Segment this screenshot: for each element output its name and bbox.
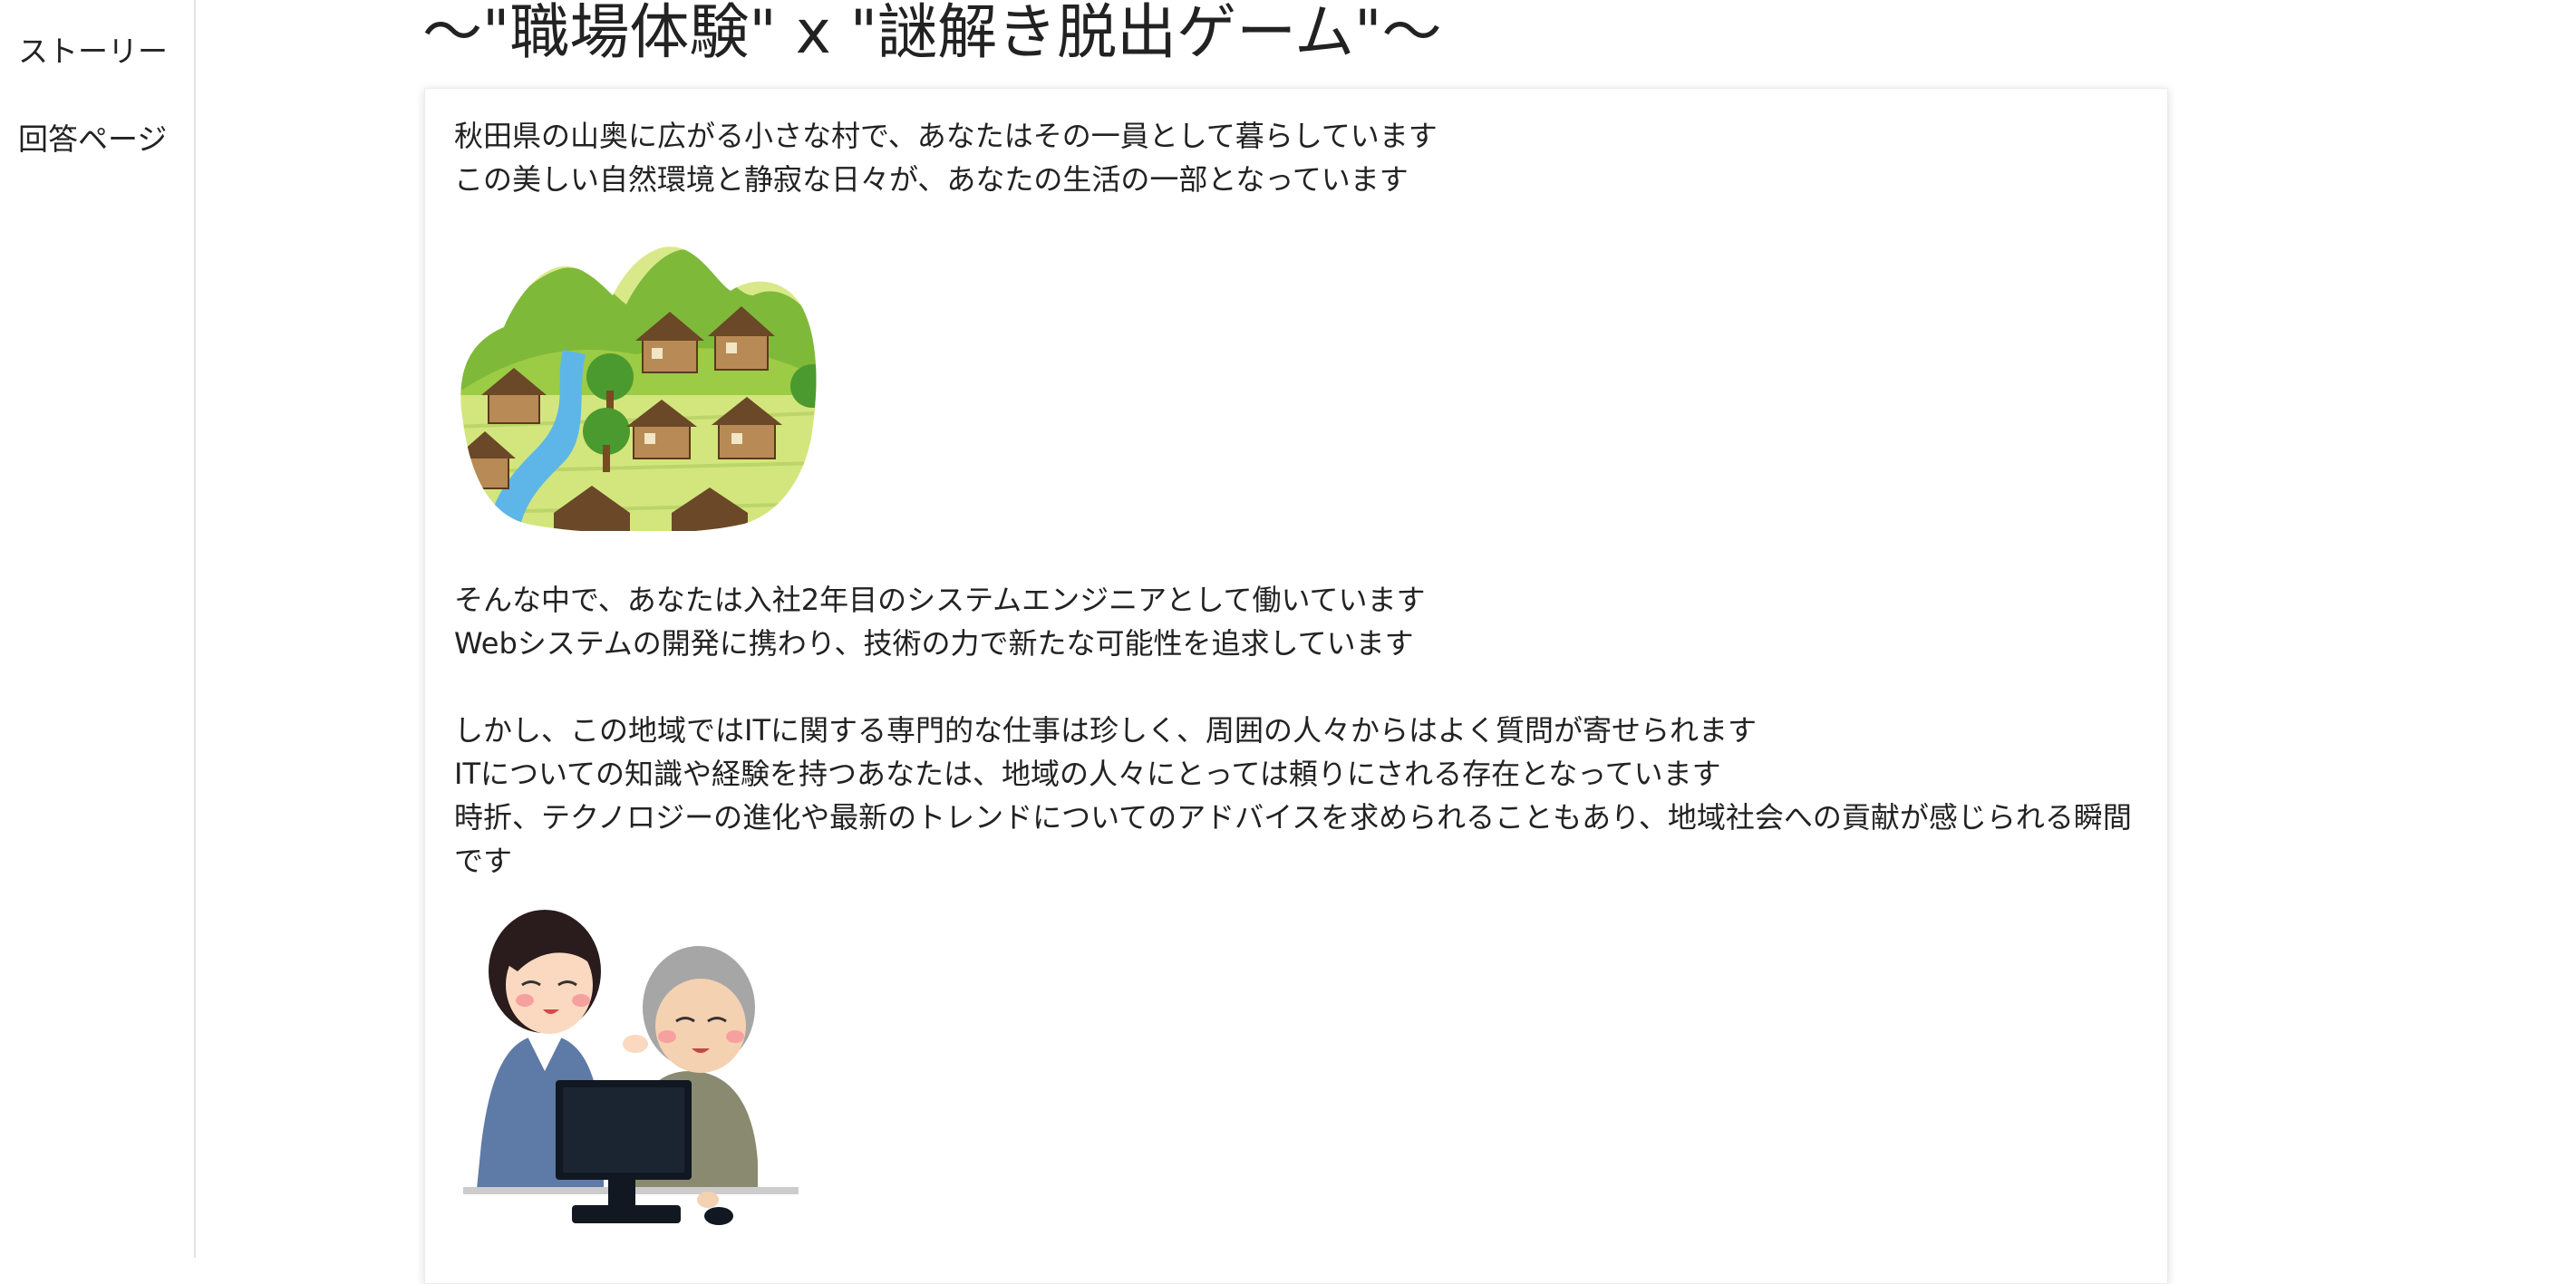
story-line: ITについての知識や経験を持つあなたは、地域の人々にとっては頼りにされる存在とな… bbox=[454, 757, 1721, 791]
story-card: 秋田県の山奥に広がる小さな村で、あなたはその一員として暮らしています この美しい… bbox=[424, 88, 2168, 1284]
story-line: しかし、この地域ではITに関する専門的な仕事は珍しく、周囲の人々からはよく質問が… bbox=[454, 713, 1757, 748]
story-paragraph-2: そんな中で、あなたは入社2年目のシステムエンジニアとして働いています Webシス… bbox=[454, 578, 2140, 665]
village-illustration bbox=[460, 246, 817, 531]
page-title: 〜"職場体験" x "謎解き脱出ゲーム"〜 bbox=[422, 0, 1442, 67]
sidebar: ストーリー 回答ページ bbox=[0, 0, 196, 1258]
story-line: この美しい自然環境と静寂な日々が、あなたの生活の一部となっています bbox=[454, 162, 1409, 197]
story-line: Webシステムの開発に携わり、技術の力で新たな可能性を追求しています bbox=[454, 626, 1414, 661]
sidebar-item-answer-page[interactable]: 回答ページ bbox=[18, 115, 167, 159]
sidebar-item-story[interactable]: ストーリー bbox=[18, 27, 168, 71]
story-paragraph-3: しかし、この地域ではITに関する専門的な仕事は珍しく、周囲の人々からはよく質問が… bbox=[454, 709, 2140, 883]
story-line: 秋田県の山奥に広がる小さな村で、あなたはその一員として暮らしています bbox=[454, 119, 1438, 153]
story-paragraph-1: 秋田県の山奥に広がる小さな村で、あなたはその一員として暮らしています この美しい… bbox=[454, 114, 2140, 201]
consultation-illustration bbox=[463, 910, 799, 1225]
story-line: 時折、テクノロジーの進化や最新のトレンドについてのアドバイスを求められることもあ… bbox=[454, 800, 2132, 878]
story-line: そんな中で、あなたは入社2年目のシステムエンジニアとして働いています bbox=[454, 583, 1426, 617]
